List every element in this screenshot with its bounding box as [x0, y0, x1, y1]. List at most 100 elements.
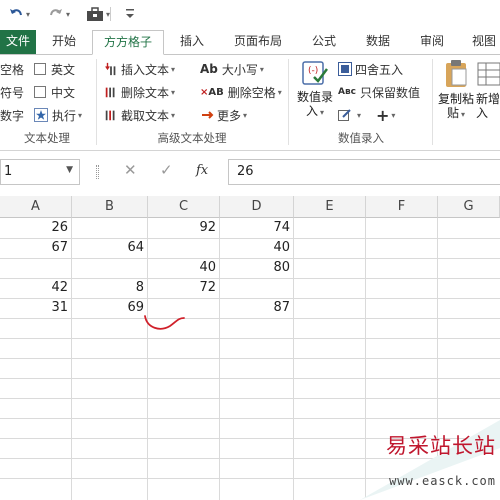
- watermark-url: www.easck.com: [389, 474, 496, 488]
- insert-text-icon: [105, 62, 116, 76]
- ribbon-english-checkbox[interactable]: 英文: [34, 59, 75, 79]
- name-box[interactable]: 1 ▼: [0, 159, 80, 185]
- case-icon: Ab: [200, 62, 218, 76]
- name-box-dropdown-icon[interactable]: ▼: [66, 165, 73, 175]
- ribbon-number-item[interactable]: 数字: [0, 105, 24, 125]
- table-icon: [477, 62, 500, 86]
- ribbon-symbol-item[interactable]: 符号: [0, 82, 24, 102]
- ribbon-chinese-checkbox[interactable]: 中文: [34, 82, 75, 102]
- delete-text-label: 删除文本: [121, 85, 170, 100]
- copy-paste-label: 复制粘: [437, 92, 474, 106]
- formula-bar-grip[interactable]: [96, 165, 99, 179]
- column-header-a[interactable]: A: [0, 196, 72, 218]
- column-header-e[interactable]: E: [294, 196, 366, 218]
- column-header-f[interactable]: F: [366, 196, 438, 218]
- delete-text-icon: [105, 87, 115, 98]
- copy-paste-label-2: 贴: [446, 106, 459, 120]
- cell-a4[interactable]: 42: [0, 278, 72, 298]
- cell-a5[interactable]: 31: [0, 298, 72, 318]
- number-entry-label-2: 入: [305, 104, 318, 118]
- delete-space-button[interactable]: ×AB 删除空格 ▾: [200, 82, 282, 102]
- cell-d2[interactable]: 40: [220, 238, 294, 258]
- tab-insert[interactable]: 插入: [172, 30, 212, 54]
- fx-button[interactable]: fx: [196, 163, 208, 178]
- more-icon: [202, 111, 214, 119]
- symbol-label: 符号: [0, 85, 25, 100]
- cell-c4[interactable]: 72: [148, 278, 220, 298]
- chinese-label: 中文: [51, 85, 76, 100]
- tab-view[interactable]: 视图: [464, 30, 500, 54]
- plus-icon: +: [376, 105, 390, 125]
- redo-icon: [50, 9, 62, 16]
- cell-d5[interactable]: 87: [220, 298, 294, 318]
- confirm-icon[interactable]: ✓: [160, 161, 173, 179]
- qat-divider: [110, 7, 111, 21]
- redo-button[interactable]: ▾: [48, 4, 70, 24]
- number-entry-group-label: 数值录入: [338, 131, 384, 145]
- cell-c1[interactable]: 92: [148, 218, 220, 238]
- cell-d3[interactable]: 80: [220, 258, 294, 278]
- tab-home[interactable]: 开始: [44, 30, 84, 54]
- number-label: 数字: [0, 108, 25, 123]
- cell-b5[interactable]: 69: [72, 298, 148, 318]
- cell-b4[interactable]: 8: [72, 278, 148, 298]
- tab-formulas[interactable]: 公式: [304, 30, 344, 54]
- toolbox-button[interactable]: ▾: [86, 4, 110, 24]
- insert-text-button[interactable]: 插入文本 ▾: [104, 59, 175, 79]
- undo-button[interactable]: ▾: [8, 4, 30, 24]
- cell-c3[interactable]: 40: [148, 258, 220, 278]
- cell-d1[interactable]: 74: [220, 218, 294, 238]
- edit-icon: [338, 109, 351, 121]
- delete-space-icon: ×AB: [200, 86, 224, 98]
- delete-space-label: 删除空格: [227, 85, 276, 100]
- tab-data[interactable]: 数据: [358, 30, 398, 54]
- checkbox-icon: [34, 86, 46, 98]
- new-insert-label: 新增: [476, 92, 500, 106]
- column-header-g[interactable]: G: [438, 196, 500, 218]
- cell-b2[interactable]: 64: [72, 238, 148, 258]
- formula-bar: 1 ▼ ✕ ✓ fx 26: [0, 159, 500, 187]
- tab-page-layout[interactable]: 页面布局: [226, 30, 290, 54]
- column-header-d[interactable]: D: [220, 196, 294, 218]
- delete-text-button[interactable]: 删除文本 ▾: [104, 82, 175, 102]
- undo-icon: [10, 9, 22, 16]
- copy-paste-button[interactable]: 复制粘 贴 ▾: [436, 59, 476, 129]
- group-divider: [96, 59, 97, 145]
- ribbon-execute-button[interactable]: 执行 ▾: [34, 105, 82, 125]
- tab-file[interactable]: 文件: [0, 30, 36, 54]
- cell-a2[interactable]: 67: [0, 238, 72, 258]
- number-entry-button[interactable]: (-) 数值录 入 ▾: [294, 59, 336, 127]
- red-annotation-mark: [144, 315, 185, 330]
- formula-input[interactable]: 26: [228, 159, 500, 185]
- execute-label: 执行: [52, 108, 77, 123]
- keep-value-icon: Aʙc: [338, 87, 356, 97]
- insert-text-label: 插入文本: [121, 62, 170, 77]
- tab-review[interactable]: 审阅: [412, 30, 452, 54]
- space-label: 空格: [0, 62, 25, 77]
- keep-value-label: 只保留数值: [360, 85, 421, 100]
- column-header-b[interactable]: B: [72, 196, 148, 218]
- round-button[interactable]: 四舍五入: [338, 59, 403, 79]
- group-divider: [288, 59, 289, 145]
- new-insert-button[interactable]: 新增 入: [476, 59, 500, 129]
- toolbox-icon: [87, 7, 103, 21]
- ribbon-panel: 空格 英文 符号 中文 数字 执行 ▾ 文本处理 插入文本 ▾ 删除文本 ▾ 截…: [0, 54, 500, 151]
- edit-value-button[interactable]: ▾: [338, 105, 361, 125]
- add-value-button[interactable]: + ▾: [376, 105, 395, 125]
- customize-icon: [126, 9, 134, 18]
- number-entry-label: 数值录: [296, 90, 333, 104]
- extract-text-button[interactable]: 截取文本 ▾: [104, 105, 175, 125]
- ribbon-space-item[interactable]: 空格: [0, 59, 24, 79]
- svg-text:(-): (-): [308, 66, 318, 76]
- quick-access-toolbar: ▾ ▾ ▾: [0, 0, 500, 30]
- tab-fangfang[interactable]: 方方格子: [92, 30, 164, 55]
- case-button[interactable]: Ab 大小写 ▾: [200, 59, 264, 79]
- cell-a1[interactable]: 26: [0, 218, 72, 238]
- customize-qat-button[interactable]: [124, 4, 136, 24]
- more-button[interactable]: 更多 ▾: [200, 105, 247, 125]
- cancel-icon[interactable]: ✕: [124, 161, 137, 179]
- column-header-c[interactable]: C: [148, 196, 220, 218]
- keep-value-button[interactable]: Aʙc 只保留数值: [338, 82, 420, 102]
- round-label: 四舍五入: [355, 62, 404, 77]
- checkbox-icon: [34, 63, 46, 75]
